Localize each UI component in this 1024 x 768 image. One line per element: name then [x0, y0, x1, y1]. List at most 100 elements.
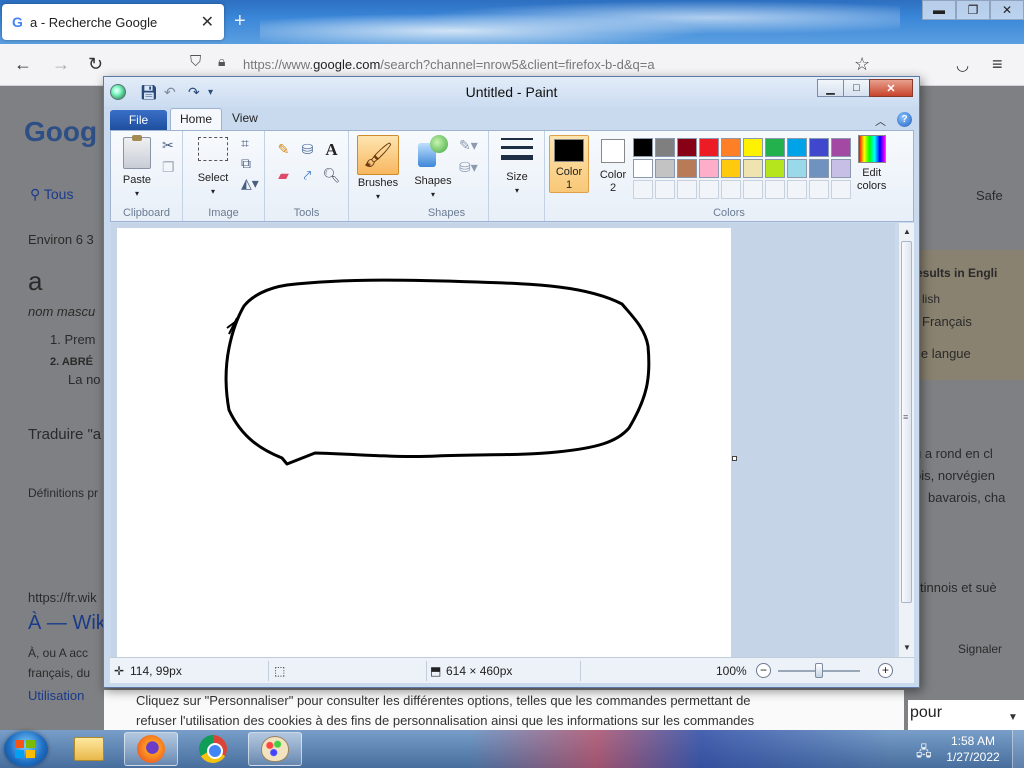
help-icon[interactable]: ? — [897, 112, 912, 127]
start-button[interactable] — [4, 731, 48, 767]
size-dropdown-icon[interactable]: ▾ — [515, 184, 519, 197]
close-tab-icon[interactable]: ✕ — [201, 12, 214, 32]
show-desktop-button[interactable] — [1012, 730, 1024, 768]
system-clock[interactable]: 1:58 AM 1/27/2022 — [940, 733, 1006, 765]
color-swatch[interactable] — [831, 138, 851, 157]
custom-color-slot[interactable] — [831, 180, 851, 199]
scroll-thumb[interactable] — [901, 241, 912, 603]
back-icon[interactable]: ← — [14, 54, 32, 75]
bookmark-star-icon[interactable]: ☆ — [854, 54, 870, 75]
color-swatch[interactable] — [787, 159, 807, 178]
color1-button[interactable]: Color 1 — [549, 135, 589, 193]
color-swatch[interactable] — [765, 138, 785, 157]
color-swatch[interactable] — [677, 159, 697, 178]
resize-icon[interactable]: ⧉ — [241, 155, 251, 172]
maximize-icon[interactable]: □ — [843, 79, 869, 97]
custom-color-slot[interactable] — [721, 180, 741, 199]
taskbar-file-explorer[interactable] — [62, 732, 116, 766]
brushes-dropdown-icon[interactable]: ▾ — [376, 190, 380, 203]
text-tool-icon[interactable]: A — [321, 139, 342, 160]
select-dropdown-icon[interactable]: ▾ — [211, 185, 215, 198]
url-text[interactable]: https://www.google.com/search?channel=nr… — [243, 57, 655, 72]
pencil-icon[interactable]: ✎ — [273, 139, 294, 160]
language-option-english[interactable]: lish — [922, 292, 940, 306]
zoom-out-icon[interactable]: − — [756, 663, 771, 678]
tab-all[interactable]: ⚲ Tous — [30, 186, 73, 203]
color-swatch[interactable] — [721, 138, 741, 157]
paste-button[interactable]: Paste ▾ — [119, 135, 155, 200]
tracking-shield-icon[interactable]: ⛉ — [190, 53, 201, 70]
vertical-scrollbar[interactable]: ▲ ▼ — [898, 223, 914, 657]
custom-color-slot[interactable] — [677, 180, 697, 199]
color-swatch[interactable] — [655, 138, 675, 157]
custom-color-slot[interactable] — [633, 180, 653, 199]
safesearch-label[interactable]: Safe — [976, 188, 1003, 203]
tab-home[interactable]: Home — [170, 108, 222, 131]
tab-file[interactable]: File — [110, 110, 167, 130]
select-button[interactable]: Select ▾ — [193, 137, 233, 198]
rotate-icon[interactable]: ◭▾ — [241, 175, 259, 192]
language-option-french[interactable]: Français — [922, 314, 972, 329]
drawing-canvas[interactable] — [117, 228, 731, 657]
copy-icon[interactable]: ❐ — [162, 159, 175, 176]
paint-title-bar[interactable]: 💾︎ ↶ ↷ ▾ Untitled - Paint ▁ □ ✕ — [104, 77, 919, 107]
shapes-button[interactable]: Shapes ▾ — [413, 135, 453, 201]
zoom-in-icon[interactable]: + — [878, 663, 893, 678]
color-swatch[interactable] — [633, 138, 653, 157]
color-swatch[interactable] — [787, 138, 807, 157]
magnifier-icon[interactable]: 🔍︎ — [321, 165, 342, 186]
color2-button[interactable]: Color 2 — [595, 135, 631, 195]
brushes-button[interactable]: 🖌︎ Brushes ▾ — [355, 135, 401, 203]
edit-colors-button[interactable]: Edit colors — [857, 135, 886, 193]
custom-color-slot[interactable] — [743, 180, 763, 199]
scroll-up-icon[interactable]: ▲ — [899, 225, 915, 239]
minimize-ribbon-icon[interactable]: ︿ — [875, 113, 886, 129]
color-swatch[interactable] — [721, 159, 741, 178]
canvas-resize-handle[interactable] — [732, 456, 737, 461]
pocket-icon[interactable]: ◡ — [956, 56, 969, 74]
report-link[interactable]: Signaler — [958, 642, 1002, 656]
minimize-icon[interactable]: ▁ — [817, 79, 843, 97]
color-swatch[interactable] — [809, 159, 829, 178]
tab-view[interactable]: View — [232, 111, 258, 125]
result-url[interactable]: https://fr.wik — [28, 590, 97, 605]
result-sublink[interactable]: Utilisation — [28, 688, 84, 703]
color-swatch[interactable] — [743, 138, 763, 157]
network-icon[interactable]: 🖧︎ — [916, 741, 932, 765]
forward-icon[interactable]: → — [52, 54, 70, 75]
color-picker-icon[interactable]: ⤤ — [297, 165, 318, 186]
paste-dropdown-icon[interactable]: ▾ — [135, 187, 139, 200]
custom-color-slot[interactable] — [655, 180, 675, 199]
page-scroll-down-icon[interactable]: ▼ — [1008, 712, 1018, 723]
custom-color-slot[interactable] — [765, 180, 785, 199]
new-tab-icon[interactable]: + — [234, 10, 246, 33]
color-swatch[interactable] — [699, 159, 719, 178]
translate-link[interactable]: Traduire "a — [28, 426, 101, 443]
color-swatch[interactable] — [655, 159, 675, 178]
taskbar-chrome[interactable] — [186, 732, 240, 766]
eraser-icon[interactable]: ▰ — [273, 165, 294, 186]
result-title-link[interactable]: À — Wik — [28, 612, 106, 635]
crop-icon[interactable]: ⌗ — [241, 135, 249, 152]
close-icon[interactable]: ✕ — [869, 79, 913, 97]
outline-icon[interactable]: ✎▾ — [459, 137, 478, 154]
taskbar-paint[interactable] — [248, 732, 302, 766]
color-swatch[interactable] — [699, 138, 719, 157]
minimize-icon[interactable]: ▬ — [922, 0, 956, 20]
custom-color-slot[interactable] — [809, 180, 829, 199]
google-logo[interactable]: Goog — [24, 116, 97, 148]
size-button[interactable]: Size ▾ — [497, 135, 537, 197]
restore-icon[interactable]: ❐ — [956, 0, 990, 20]
language-option-change[interactable]: le langue — [918, 346, 971, 361]
close-window-icon[interactable]: ✕ — [990, 0, 1024, 20]
taskbar-firefox[interactable] — [124, 732, 178, 766]
lock-icon[interactable]: 🔒︎ — [218, 53, 225, 70]
scroll-down-icon[interactable]: ▼ — [899, 641, 915, 655]
color-swatch[interactable] — [809, 138, 829, 157]
color-swatch[interactable] — [743, 159, 763, 178]
fill-bucket-icon[interactable]: ⛁ — [297, 139, 318, 160]
cut-icon[interactable]: ✂ — [162, 137, 174, 154]
color-swatch[interactable] — [765, 159, 785, 178]
custom-color-slot[interactable] — [699, 180, 719, 199]
color-swatch[interactable] — [831, 159, 851, 178]
